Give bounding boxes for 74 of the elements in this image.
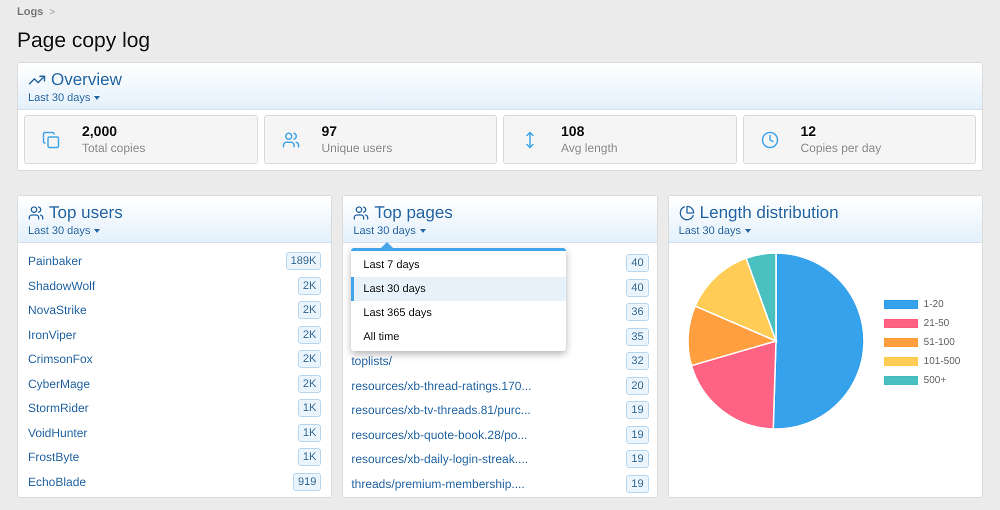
count-badge: 40 bbox=[626, 254, 649, 272]
count-badge: 1K bbox=[298, 399, 322, 418]
count-badge: 40 bbox=[626, 278, 649, 297]
stat-value: 2,000 bbox=[82, 123, 118, 140]
page-link[interactable]: resources/xb-thread-ratings.170... bbox=[351, 376, 532, 395]
period-dropdown[interactable]: Last 30 days bbox=[28, 91, 100, 105]
period-dropdown[interactable]: Last 30 days bbox=[678, 224, 752, 238]
copy-icon bbox=[42, 130, 60, 148]
stat-label: Unique users bbox=[322, 140, 392, 156]
breadcrumb-link[interactable]: Logs bbox=[17, 4, 44, 20]
period-dropdown[interactable]: Last 30 days bbox=[353, 224, 426, 238]
stat-label: Total copies bbox=[82, 140, 146, 156]
caret-icon bbox=[745, 229, 752, 233]
menu-item[interactable]: All time bbox=[351, 325, 566, 349]
legend-label: 500+ bbox=[924, 374, 946, 388]
users-icon bbox=[28, 205, 44, 221]
page-link[interactable]: threads/premium-membership.... bbox=[351, 474, 525, 493]
legend-label: 1-20 bbox=[924, 298, 944, 312]
stat-label: Copies per day bbox=[800, 140, 882, 156]
count-badge: 1K bbox=[298, 448, 322, 466]
page-link[interactable]: resources/xb-daily-login-streak.... bbox=[351, 450, 528, 468]
menu-item[interactable]: Last 30 days bbox=[351, 277, 566, 301]
stat-value: 97 bbox=[322, 123, 338, 140]
users-icon bbox=[353, 205, 370, 221]
count-badge: 189K bbox=[286, 252, 322, 270]
count-badge: 1K bbox=[298, 424, 322, 442]
page-title: Page copy log bbox=[17, 28, 152, 54]
panel-title: Length distribution bbox=[700, 202, 839, 224]
count-badge: 20 bbox=[626, 376, 649, 395]
stat-label: Avg length bbox=[561, 140, 618, 156]
clock-icon bbox=[760, 130, 778, 148]
caret-icon bbox=[420, 229, 426, 233]
page-link[interactable]: toplists/ bbox=[351, 352, 392, 370]
count-badge: 919 bbox=[292, 472, 322, 491]
user-link[interactable]: CyberMage bbox=[28, 374, 90, 393]
legend-label: 101-500 bbox=[924, 354, 960, 368]
user-link[interactable]: Painbaker bbox=[28, 252, 82, 270]
count-badge: 35 bbox=[626, 328, 649, 346]
panel-title: Top pages bbox=[374, 202, 453, 224]
panel-title: Overview bbox=[51, 69, 122, 91]
count-badge: 32 bbox=[626, 352, 649, 370]
count-badge: 19 bbox=[626, 450, 649, 468]
page-link[interactable]: resources/xb-tv-threads.81/purc... bbox=[351, 401, 531, 420]
count-badge: 2K bbox=[298, 350, 322, 368]
period-dropdown[interactable]: Last 30 days bbox=[28, 224, 100, 238]
pie-chart-icon bbox=[678, 205, 695, 221]
stat-value: 108 bbox=[561, 123, 586, 140]
user-link[interactable]: IronViper bbox=[28, 326, 76, 344]
legend-label: 51-100 bbox=[924, 336, 955, 350]
users-icon bbox=[282, 130, 300, 148]
user-link[interactable]: NovaStrike bbox=[28, 301, 87, 320]
count-badge: 2K bbox=[298, 326, 322, 344]
count-badge: 2K bbox=[298, 301, 322, 320]
menu-item[interactable]: Last 365 days bbox=[351, 301, 566, 325]
count-badge: 19 bbox=[626, 474, 649, 493]
count-badge: 19 bbox=[626, 401, 649, 420]
stat-value: 12 bbox=[800, 123, 818, 140]
user-link[interactable]: CrimsonFox bbox=[28, 350, 93, 368]
user-link[interactable]: EchoBlade bbox=[28, 472, 86, 491]
caret-icon bbox=[94, 96, 100, 100]
menu-item[interactable]: Last 7 days bbox=[351, 253, 566, 277]
page-link[interactable]: resources/xb-quote-book.28/po... bbox=[351, 426, 528, 444]
user-link[interactable]: StormRider bbox=[28, 399, 89, 418]
breadcrumb-separator: > bbox=[49, 6, 56, 20]
count-badge: 19 bbox=[626, 426, 649, 444]
caret-icon bbox=[94, 229, 100, 233]
count-badge: 36 bbox=[626, 303, 649, 322]
count-badge: 2K bbox=[298, 276, 322, 295]
user-link[interactable]: ShadowWolf bbox=[28, 276, 96, 295]
count-badge: 2K bbox=[298, 374, 322, 393]
user-link[interactable]: FrostByte bbox=[28, 448, 80, 466]
user-link[interactable]: VoidHunter bbox=[28, 424, 88, 442]
legend-label: 21-50 bbox=[924, 316, 950, 330]
panel-title: Top users bbox=[49, 202, 123, 224]
